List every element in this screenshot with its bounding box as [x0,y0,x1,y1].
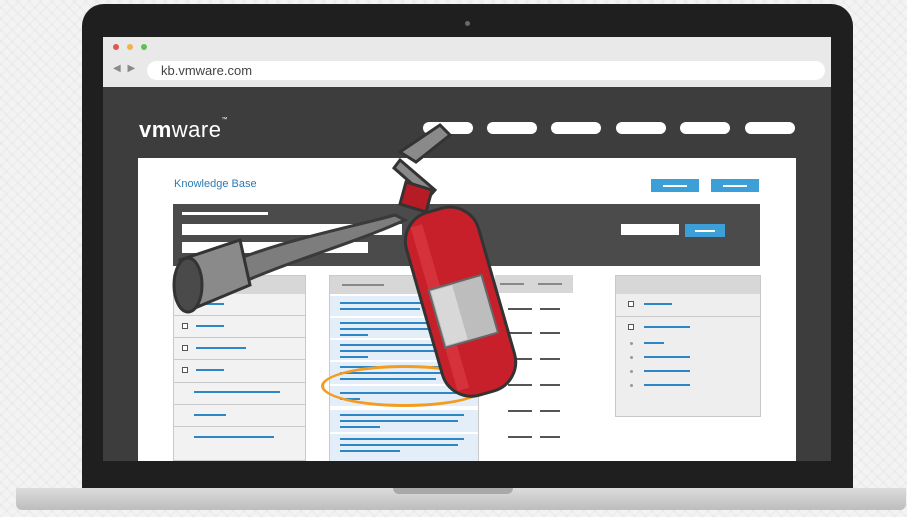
filter-link[interactable] [644,356,690,358]
article-row[interactable] [330,434,478,461]
minimize-dot-icon[interactable] [127,44,133,50]
article-row[interactable] [330,410,478,432]
filter-link[interactable] [644,303,672,305]
meta-value [540,436,560,438]
filter-link[interactable] [644,326,690,328]
url-text: kb.vmware.com [161,63,253,78]
browser-toolbar: ◀ ▶ kb.vmware.com [103,37,831,87]
close-dot-icon[interactable] [113,44,119,50]
nav-item-3[interactable] [551,122,601,134]
maximize-dot-icon[interactable] [141,44,147,50]
search-option-field[interactable] [621,224,679,235]
filter-link[interactable] [644,384,690,386]
category-link[interactable] [194,414,226,416]
category-link[interactable] [194,436,274,438]
webcam-icon [465,21,470,26]
laptop-opening-notch [393,488,513,494]
filter-panel [615,275,761,417]
meta-value [508,436,532,438]
filter-panel-header [616,276,760,294]
filter-link[interactable] [644,370,690,372]
meta-value [540,410,560,412]
action-button-2[interactable] [711,179,759,192]
nav-item-5[interactable] [680,122,730,134]
fire-extinguisher-icon [172,123,518,398]
action-button-1[interactable] [651,179,699,192]
expand-icon[interactable] [628,301,634,307]
nav-item-4[interactable] [616,122,666,134]
back-forward-arrows-icon[interactable]: ◀ ▶ [113,63,137,74]
nav-item-6[interactable] [745,122,795,134]
expand-icon[interactable] [628,324,634,330]
search-button[interactable] [685,224,725,237]
filter-link[interactable] [644,342,664,344]
meta-value [508,410,532,412]
address-bar[interactable]: kb.vmware.com [147,61,825,80]
